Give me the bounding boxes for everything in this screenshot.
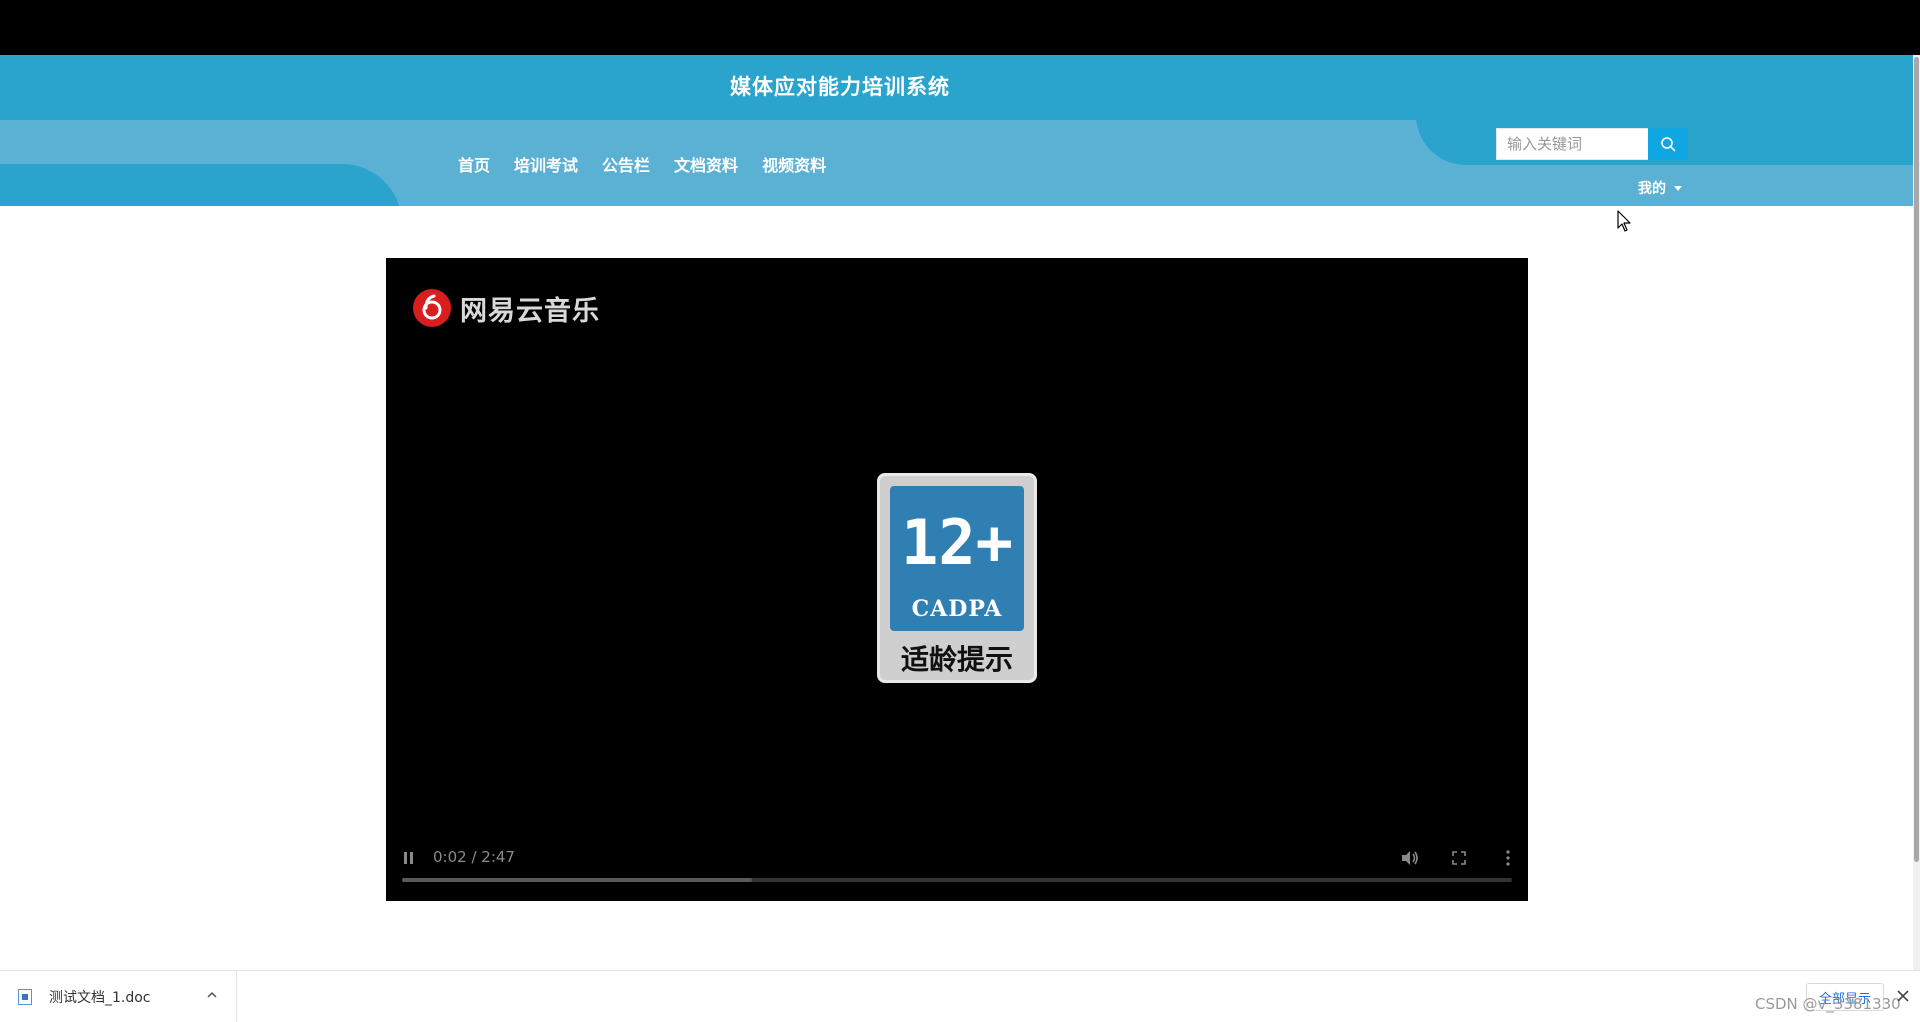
pause-icon-bar [404,852,407,864]
header-left-curve [0,164,402,206]
age-rating-badge: 12+ CADPA 适龄提示 [877,473,1037,683]
volume-icon [1402,851,1418,865]
mouse-pointer-icon [1617,210,1631,232]
video-player[interactable]: 网易云音乐 12+ CADPA 适龄提示 0:02 / 2:47 [386,258,1528,901]
nav-item-documents[interactable]: 文档资料 [674,152,738,176]
main-nav: 首页 培训考试 公告栏 文档资料 视频资料 [458,152,826,176]
more-vertical-icon [1506,850,1510,866]
csdn-watermark: CSDN @v_3381330 [1755,995,1901,1013]
download-item[interactable]: 测试文档_1.doc [0,971,237,1022]
nav-item-bulletin[interactable]: 公告栏 [602,152,650,176]
pause-button[interactable] [404,852,418,866]
page-scrollbar[interactable] [1913,55,1920,970]
word-document-icon [18,989,32,1005]
download-file-name: 测试文档_1.doc [49,990,151,1006]
browser-top-strip [0,0,1920,55]
nav-item-home[interactable]: 首页 [458,152,490,176]
scrollbar-thumb[interactable] [1914,57,1919,862]
age-rating-org: CADPA [911,596,1003,622]
video-progress-bar[interactable] [402,878,1512,882]
chevron-down-icon [1674,185,1682,191]
nav-item-training-exam[interactable]: 培训考试 [514,152,578,176]
close-icon[interactable] [1896,989,1910,1003]
site-header: 媒体应对能力培训系统 首页 培训考试 公告栏 文档资料 视频资料 我的 [0,55,1920,206]
age-rating-caption: 适龄提示 [900,643,1013,676]
download-bar: 测试文档_1.doc 全部显示 CSDN @v_3381330 [0,970,1920,1022]
my-menu-dropdown[interactable]: 我的 [1638,178,1682,198]
my-menu-label: 我的 [1638,181,1666,197]
netease-music-logo-icon [413,289,451,327]
watermark-text: 网易云音乐 [460,295,600,327]
search-icon [1661,137,1676,152]
search-box [1496,128,1688,160]
search-input[interactable] [1496,128,1648,160]
fullscreen-button[interactable] [1449,848,1469,868]
volume-button[interactable] [1400,848,1420,868]
age-rating-number: 12+ [901,506,1013,579]
age-rating-panel: 12+ CADPA [890,486,1024,631]
video-time: 0:02 / 2:47 [433,848,515,866]
nav-item-videos[interactable]: 视频资料 [762,152,826,176]
chevron-up-icon[interactable] [206,989,218,1001]
video-watermark: 网易云音乐 [412,288,600,328]
site-title: 媒体应对能力培训系统 [730,75,950,99]
video-progress-fill [402,878,752,882]
fullscreen-icon [1452,851,1466,865]
video-controls: 0:02 / 2:47 [386,838,1528,901]
more-options-button[interactable] [1498,848,1518,868]
search-button[interactable] [1648,128,1688,160]
pause-icon-bar [410,852,413,864]
